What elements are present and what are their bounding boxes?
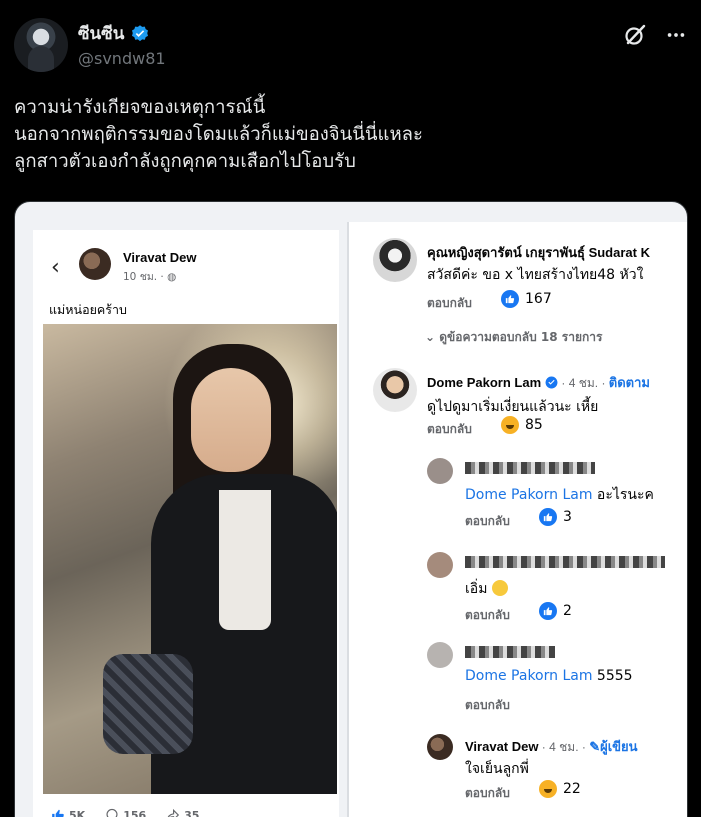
display-name[interactable]: ซีนซีน xyxy=(78,20,124,47)
pencil-icon: ✎ xyxy=(589,739,601,754)
reply-avatar-blurred xyxy=(427,552,453,578)
comment-avatar-dome xyxy=(373,368,417,412)
grok-icon[interactable] xyxy=(623,23,647,47)
blurred-name xyxy=(465,556,665,568)
thumbs-up-icon xyxy=(52,809,64,817)
comment-text: สวัสดีค่ะ ขอ x ไทยสร้างไทย48 หัวใ xyxy=(427,267,644,283)
haha-reaction-icon xyxy=(501,416,519,434)
name-row: ซีนซีน xyxy=(78,20,150,47)
reply-button: ตอบกลับ xyxy=(427,422,472,436)
back-arrow-icon: ‹ xyxy=(51,255,60,280)
reply-button: ตอบกลับ xyxy=(427,296,472,310)
comment-avatar-sudarat xyxy=(373,238,417,282)
reply-text: เอิ่ม xyxy=(465,578,508,600)
comment-icon xyxy=(106,808,118,817)
comment-author-row: Dome Pakorn Lam · 4 ชม. · ติดตาม xyxy=(427,372,650,393)
comment-text: ดูไปดูมาเริ่มเงี่ยนแล้วนะ เหี้ย xyxy=(427,399,599,415)
post-time: 10 ชม. · ◍ xyxy=(123,268,176,285)
share-icon xyxy=(167,808,180,817)
tweet-header: ซีนซีน @svndw81 xyxy=(14,18,687,74)
follow-link: ติดตาม xyxy=(608,375,650,390)
reaction-count-text: 85 xyxy=(525,417,543,433)
post-shares: 35 xyxy=(166,808,199,817)
post-photo xyxy=(43,324,337,794)
reply-avatar-blurred xyxy=(427,642,453,668)
reply-avatar-blurred xyxy=(427,458,453,484)
reaction-count-text: 2 xyxy=(563,603,572,619)
globe-icon: ◍ xyxy=(167,271,177,283)
blurred-name xyxy=(465,462,595,474)
comments-count: 156 xyxy=(123,808,147,817)
tweet-line-3: ลูกสาวตัวเองกำลังถูกคุกคามเสือกไปโอบรับ xyxy=(14,151,356,172)
like-reaction-icon xyxy=(539,602,557,620)
reaction-count-text: 167 xyxy=(525,291,552,307)
comment-author: คุณหญิงสุดารัตน์ เกยุราพันธุ์ Sudarat K xyxy=(427,245,650,260)
reaction-count: 2 xyxy=(539,602,572,620)
user-handle[interactable]: @svndw81 xyxy=(78,49,166,68)
reaction-count-text: 22 xyxy=(563,781,581,797)
reaction-count: 3 xyxy=(539,508,572,526)
tweet-media-image[interactable]: ‹ Viravat Dew 10 ชม. · ◍ แม่หน่อยคร้าบ 5… xyxy=(14,201,688,817)
post-caption: แม่หน่อยคร้าบ xyxy=(49,302,127,317)
fb-comments-card: คุณหญิงสุดารัตน์ เกยุราพันธุ์ Sudarat K … xyxy=(347,222,687,817)
like-reaction-icon xyxy=(539,508,557,526)
reply-meta: · 4 ชม. · xyxy=(538,740,590,754)
author-tag-text: ผู้เขียน xyxy=(600,739,638,754)
poster-name: Viravat Dew xyxy=(123,250,197,265)
reply-text: Dome Pakorn Lam อะไรนะค xyxy=(465,484,654,506)
poster-avatar xyxy=(79,248,111,280)
mention-link: Dome Pakorn Lam xyxy=(465,487,593,503)
shares-count: 35 xyxy=(184,808,200,817)
chevron-down-icon: ⌄ xyxy=(425,330,440,344)
comment-meta: · 4 ชม. · xyxy=(561,376,609,390)
user-avatar[interactable] xyxy=(14,18,68,72)
mention-link: Dome Pakorn Lam xyxy=(465,668,593,684)
reply-button: ตอบกลับ xyxy=(465,514,510,528)
tweet-text: ความน่ารังเกียจของเหตุการณ์นี้ นอกจากพฤต… xyxy=(14,94,684,175)
reply-avatar-viravat xyxy=(427,734,453,760)
reaction-count: 85 xyxy=(501,416,543,434)
reply-author: Viravat Dew xyxy=(465,739,539,754)
reaction-count: 167 xyxy=(501,290,552,308)
reply-button: ตอบกลับ xyxy=(465,608,510,622)
post-likes: 5K xyxy=(51,808,85,817)
verified-badge-icon xyxy=(545,376,558,389)
reply-text: ใจเย็นลูกพี่ xyxy=(465,761,529,777)
tweet-line-1: ความน่ารังเกียจของเหตุการณ์นี้ xyxy=(14,97,266,118)
reply-author-row: Viravat Dew · 4 ชม. · ✎ผู้เขียน xyxy=(465,736,638,757)
reply-text-body: 5555 xyxy=(592,668,633,684)
reply-text-body: เอิ่ม xyxy=(465,581,492,597)
post-reactions-bar: 5K 156 35 xyxy=(51,808,199,817)
reaction-count-text: 3 xyxy=(563,509,572,525)
rolling-eyes-emoji-icon xyxy=(491,580,508,596)
reaction-count: 22 xyxy=(539,780,581,798)
top-actions xyxy=(623,23,687,47)
tweet-line-2: นอกจากพฤติกรรมของโดมแล้วก็แม่ของจินนี่นี… xyxy=(14,124,423,145)
like-reaction-icon xyxy=(501,290,519,308)
view-replies-link: ⌄ ดูข้อความตอบกลับ 18 รายการ xyxy=(425,328,602,347)
reply-button: ตอบกลับ xyxy=(465,786,510,800)
blurred-name xyxy=(465,646,555,658)
post-time-text: 10 ชม. · xyxy=(123,271,168,283)
fb-post-card: ‹ Viravat Dew 10 ชม. · ◍ แม่หน่อยคร้าบ 5… xyxy=(33,230,339,817)
author-tag: ✎ผู้เขียน xyxy=(589,739,637,754)
comment-author: Dome Pakorn Lam xyxy=(427,375,542,390)
reply-button: ตอบกลับ xyxy=(465,698,510,712)
haha-reaction-icon xyxy=(539,780,557,798)
likes-count: 5K xyxy=(69,808,86,817)
post-comments: 156 xyxy=(105,808,146,817)
reply-text: Dome Pakorn Lam 5555 xyxy=(465,668,633,684)
reply-text-body: อะไรนะค xyxy=(592,487,654,503)
more-options-icon[interactable] xyxy=(665,24,687,46)
view-replies-text: ดูข้อความตอบกลับ 18 รายการ xyxy=(439,330,603,344)
verified-badge-icon xyxy=(132,24,149,41)
